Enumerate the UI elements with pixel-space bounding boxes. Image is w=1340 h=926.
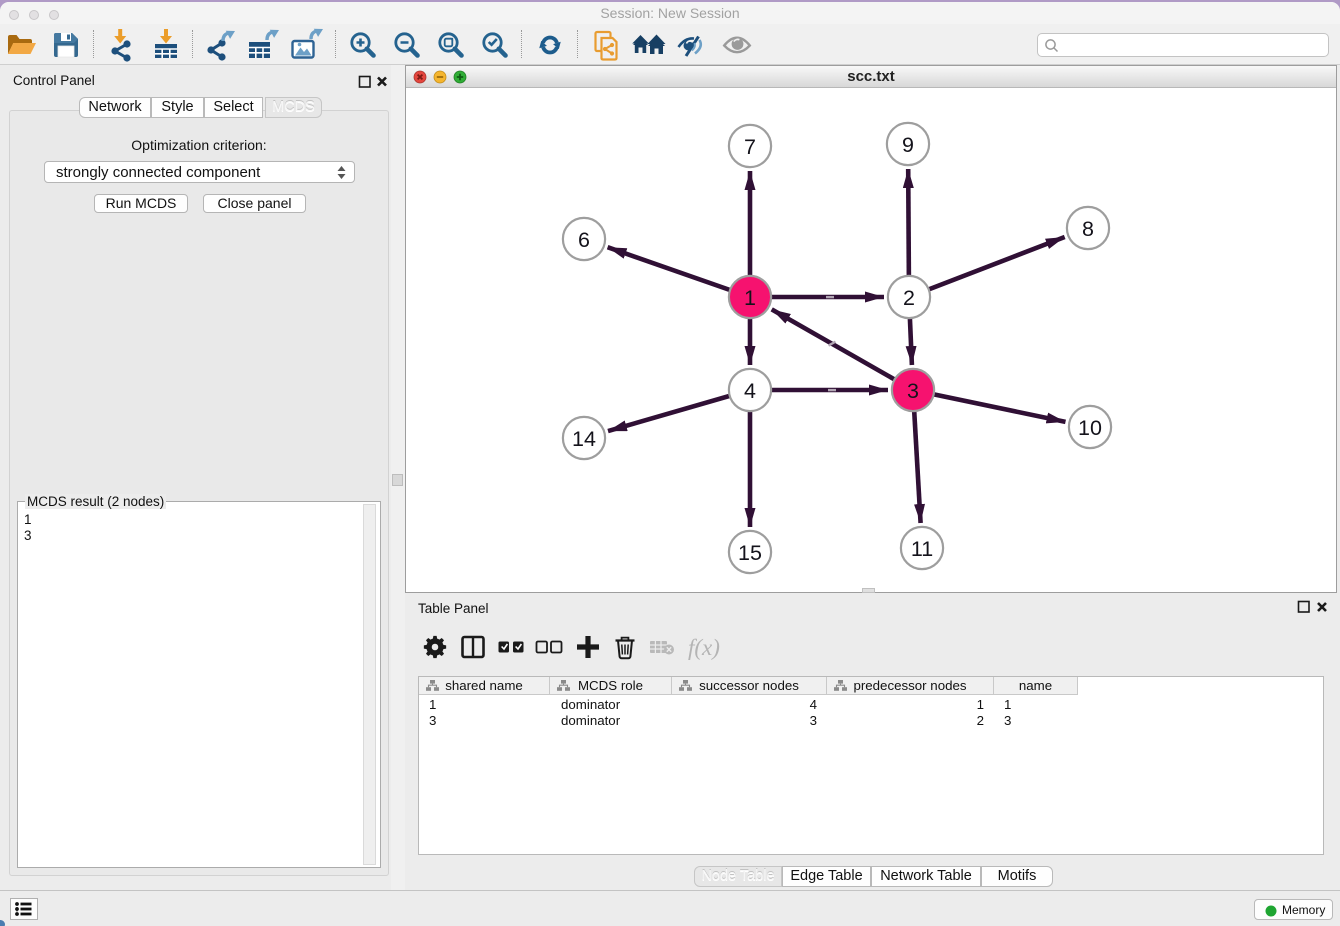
svg-text:7: 7 (744, 135, 756, 159)
svg-text:f(x): f(x) (688, 635, 720, 660)
svg-text:14: 14 (572, 427, 596, 451)
svg-text:6: 6 (578, 228, 590, 252)
svg-text:1: 1 (744, 286, 756, 310)
svg-text:8: 8 (1082, 217, 1094, 241)
svg-text:10: 10 (1078, 416, 1102, 440)
svg-text:4: 4 (744, 379, 756, 403)
svg-text:11: 11 (911, 537, 933, 561)
svg-text:15: 15 (738, 541, 762, 565)
svg-text:9: 9 (902, 133, 914, 157)
svg-text:2: 2 (903, 286, 915, 310)
svg-text:3: 3 (907, 379, 919, 403)
